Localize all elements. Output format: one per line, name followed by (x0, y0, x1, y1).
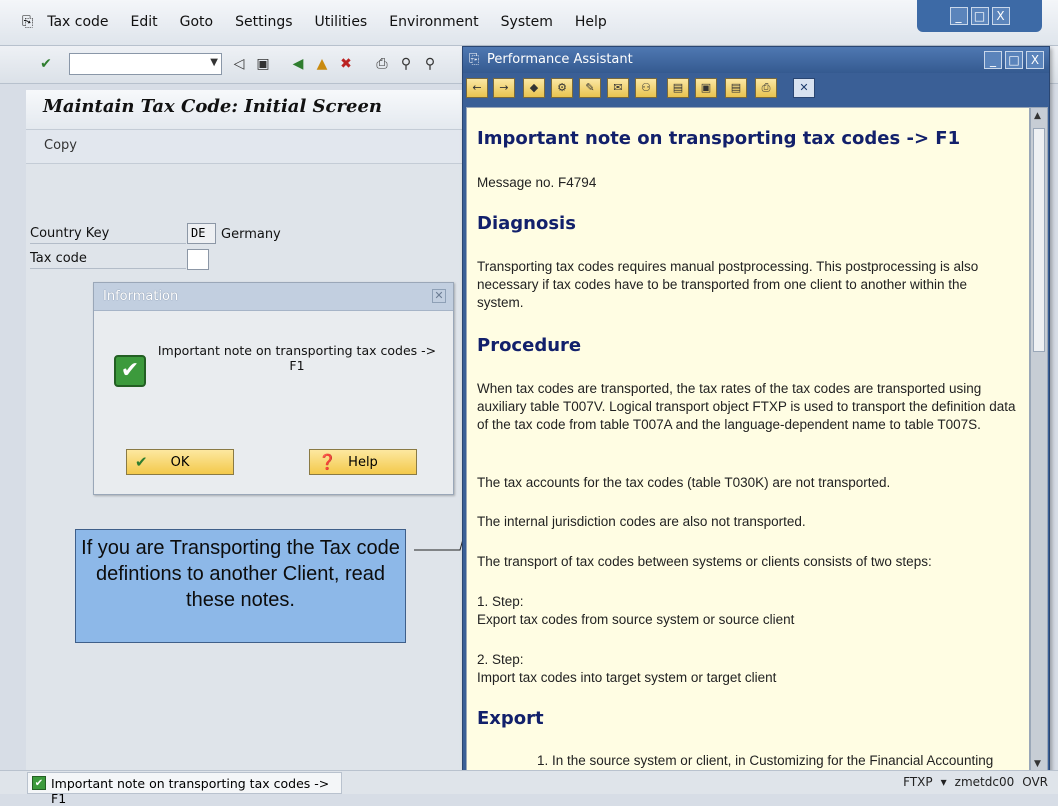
close-icon[interactable]: ✕ (432, 289, 446, 303)
close-icon[interactable]: ✕ (793, 78, 815, 98)
scroll-up-icon[interactable]: ▲ (1034, 111, 1041, 121)
related-icon[interactable]: ⚇ (635, 78, 657, 98)
assistant-title: Performance Assistant (487, 52, 633, 67)
chevron-down-icon[interactable]: ▾ (941, 775, 947, 789)
country-key-field[interactable]: DE (187, 223, 216, 244)
menu-bar: ⎘ Tax code Edit Goto Settings Utilities … (0, 0, 1058, 46)
minimize-button[interactable]: _ (949, 7, 968, 25)
find-next-icon[interactable]: ⚲ (421, 55, 439, 73)
ok-button-label: OK (170, 455, 190, 470)
menu-tax-code[interactable]: Tax code (47, 14, 108, 30)
annotation-callout: If you are Transporting the Tax code def… (75, 529, 406, 643)
help-button-label: Help (348, 455, 378, 470)
input-mode[interactable]: OVR (1022, 775, 1048, 789)
technical-info-icon[interactable]: ⚙ (551, 78, 573, 98)
export-heading: Export (477, 708, 544, 729)
enter-icon[interactable]: ✔ (37, 55, 55, 73)
find-icon[interactable]: ⚲ (397, 55, 415, 73)
step-2-title: 2. Step: (477, 652, 524, 667)
edit-icon[interactable]: ✎ (579, 78, 601, 98)
page-title: Maintain Tax Code: Initial Screen (43, 96, 382, 117)
ok-button[interactable]: ✔ OK (126, 449, 234, 475)
back-arrow-icon[interactable]: ← (466, 78, 488, 98)
help-heading: Important note on transporting tax codes… (477, 128, 961, 149)
forward-arrow-icon[interactable]: → (493, 78, 515, 98)
screen-icon[interactable]: ▣ (695, 78, 717, 98)
diagnosis-text: Transporting tax codes requires manual p… (477, 259, 979, 310)
glossary-icon[interactable]: ✉ (607, 78, 629, 98)
procedure-paragraph-1: When tax codes are transported, the tax … (477, 381, 1016, 432)
status-message-box[interactable]: ✔ Important note on transporting tax cod… (27, 772, 342, 806)
menu-environment[interactable]: Environment (389, 14, 478, 30)
back-icon[interactable]: ◀ (289, 55, 307, 73)
dialog-message: Important note on transporting tax codes… (157, 343, 437, 373)
server-name: zmetdc00 (954, 775, 1015, 789)
menu-utilities[interactable]: Utilities (315, 14, 368, 30)
cancel-icon[interactable]: ✖ (337, 55, 355, 73)
tax-code-field[interactable] (187, 249, 209, 270)
procedure-paragraph-2: The tax accounts for the tax codes (tabl… (477, 475, 891, 490)
step-1-text: Export tax codes from source system or s… (477, 612, 795, 627)
bookmark-icon[interactable]: ◆ (523, 78, 545, 98)
procedure-paragraph-4: The transport of tax codes between syste… (477, 554, 932, 569)
scroll-down-icon[interactable]: ▼ (1034, 759, 1041, 769)
exit-icon[interactable]: ▲ (313, 55, 331, 73)
window-controls: _ □ X (917, 0, 1042, 32)
save-icon[interactable]: ▣ (254, 55, 272, 73)
diagnosis-heading: Diagnosis (477, 213, 576, 234)
performance-assistant-window: ⎘ Performance Assistant _ □ X ← → ◆ ⚙ ✎ … (462, 46, 1050, 776)
transaction-code[interactable]: FTXP (903, 775, 932, 789)
menu-icon[interactable]: ⎘ (22, 14, 33, 30)
copy-button[interactable]: Copy (44, 138, 77, 153)
window-icon: ⎘ (469, 52, 480, 67)
success-check-icon: ✔ (32, 776, 46, 790)
help-button[interactable]: ❓ Help (309, 449, 417, 475)
assistant-close-button[interactable]: X (1026, 51, 1044, 69)
command-field[interactable]: ▼ (69, 53, 222, 75)
export-paragraph-1: 1. In the source system or client, in Cu… (537, 753, 994, 768)
assistant-maximize-button[interactable]: □ (1005, 51, 1023, 69)
screen-title-bar: Maintain Tax Code: Initial Screen (26, 90, 466, 130)
chevron-down-icon[interactable]: ▼ (210, 57, 218, 68)
book-icon[interactable]: ▤ (667, 78, 689, 98)
dialog-title-bar: Information ✕ (94, 283, 453, 311)
country-name: Germany (221, 227, 281, 242)
application-toolbar: Copy (26, 130, 466, 164)
success-check-icon: ✔ (114, 355, 146, 387)
assistant-scrollbar[interactable]: ▲ ▼ (1030, 107, 1048, 773)
assistant-title-bar: ⎘ Performance Assistant _ □ X (463, 47, 1049, 73)
menu-edit[interactable]: Edit (131, 14, 158, 30)
assistant-content: Important note on transporting tax codes… (466, 107, 1030, 773)
print-icon[interactable]: ▤ (725, 78, 747, 98)
assistant-toolbar: ← → ◆ ⚙ ✎ ✉ ⚇ ▤ ▣ ▤ ⎙ ✕ (463, 73, 1049, 105)
system-info: FTXP ▾ zmetdc00 OVR (903, 775, 1048, 789)
scrollbar-thumb[interactable] (1033, 128, 1045, 352)
back-arrow-icon[interactable]: ◁ (230, 55, 248, 73)
menu-settings[interactable]: Settings (235, 14, 292, 30)
menu-system[interactable]: System (501, 14, 553, 30)
step-2-text: Import tax codes into target system or t… (477, 670, 777, 685)
tax-code-label: Tax code (30, 251, 186, 269)
menu-goto[interactable]: Goto (180, 14, 213, 30)
information-dialog: Information ✕ ✔ Important note on transp… (93, 282, 454, 495)
document-icon[interactable]: ⎙ (755, 78, 777, 98)
dialog-title: Information (103, 289, 179, 304)
menu-help[interactable]: Help (575, 14, 607, 30)
assistant-window-controls: _ □ X (984, 51, 1044, 69)
message-number: Message no. F4794 (477, 175, 597, 190)
step-1-title: 1. Step: (477, 594, 524, 609)
close-button[interactable]: X (991, 7, 1010, 25)
assistant-minimize-button[interactable]: _ (984, 51, 1002, 69)
print-icon[interactable]: ⎙ (373, 55, 391, 73)
country-key-label: Country Key (30, 226, 186, 244)
procedure-paragraph-3: The internal jurisdiction codes are also… (477, 514, 806, 529)
maximize-button[interactable]: □ (970, 7, 989, 25)
procedure-heading: Procedure (477, 335, 582, 356)
status-message: Important note on transporting tax codes… (51, 776, 330, 806)
status-bar: ✔ Important note on transporting tax cod… (0, 770, 1058, 806)
